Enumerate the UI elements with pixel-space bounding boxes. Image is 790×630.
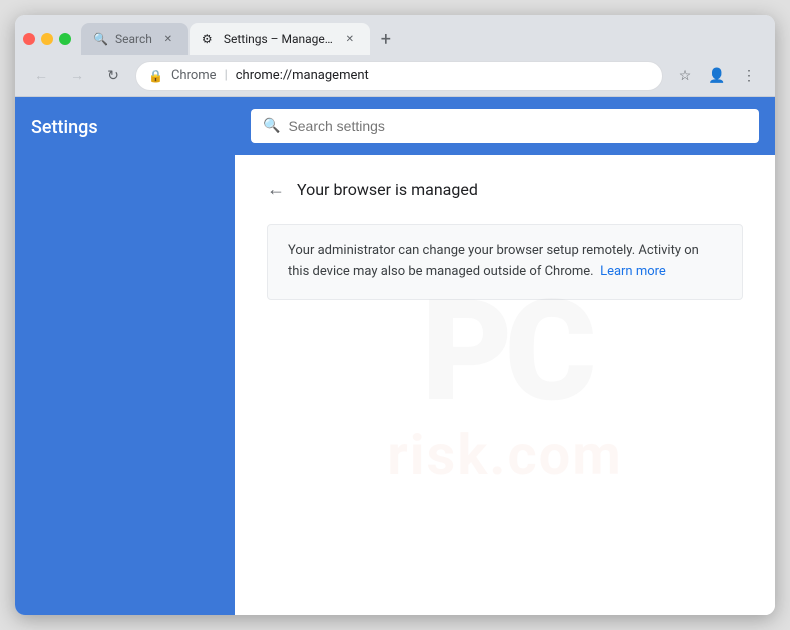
page-content: Settings 🔍 PC risk.com ← (15, 97, 775, 615)
tab-management[interactable]: ⚙ Settings – Management ✕ (190, 23, 370, 55)
minimize-button[interactable] (41, 33, 53, 45)
window-controls (23, 33, 71, 55)
forward-icon: → (70, 67, 84, 84)
tab-search-label: Search (115, 32, 152, 46)
account-button[interactable]: 👤 (703, 62, 731, 90)
bookmark-icon: ☆ (679, 68, 692, 84)
back-arrow-button[interactable]: ← (267, 179, 285, 200)
browser-window: 🔍 Search ✕ ⚙ Settings – Management ✕ + ←… (15, 15, 775, 615)
new-tab-button[interactable]: + (372, 25, 400, 53)
watermark-risk: risk.com (387, 422, 623, 488)
main-area: 🔍 PC risk.com ← Your browser is managed (235, 97, 775, 615)
address-actions: ☆ 👤 ⋮ (671, 62, 763, 90)
close-button[interactable] (23, 33, 35, 45)
title-bar: 🔍 Search ✕ ⚙ Settings – Management ✕ + (15, 15, 775, 55)
info-box: Your administrator can change your brows… (267, 224, 743, 300)
back-button[interactable]: ← (27, 62, 55, 90)
tab-management-close[interactable]: ✕ (342, 31, 358, 47)
sidebar: Settings (15, 97, 235, 615)
menu-icon: ⋮ (742, 68, 756, 84)
account-icon: 👤 (708, 68, 725, 84)
bookmark-button[interactable]: ☆ (671, 62, 699, 90)
lock-icon: 🔒 (148, 69, 163, 83)
tab-search[interactable]: 🔍 Search ✕ (81, 23, 188, 55)
tabs-container: 🔍 Search ✕ ⚙ Settings – Management ✕ + (81, 23, 767, 55)
url-separator: | (225, 68, 228, 83)
back-row: ← Your browser is managed (267, 179, 743, 200)
content-area: PC risk.com ← Your browser is managed Yo… (235, 155, 775, 615)
search-bar-area: 🔍 (235, 97, 775, 155)
tab-search-favicon: 🔍 (93, 32, 107, 46)
page-title: Your browser is managed (297, 180, 478, 199)
watermark-pc: PC (387, 282, 623, 422)
url-bar[interactable]: 🔒 Chrome | chrome://management (135, 61, 663, 91)
reload-button[interactable]: ↻ (99, 62, 127, 90)
back-icon: ← (34, 67, 48, 84)
tab-management-favicon: ⚙ (202, 32, 216, 46)
menu-button[interactable]: ⋮ (735, 62, 763, 90)
learn-more-link[interactable]: Learn more (600, 264, 666, 279)
info-text: Your administrator can change your brows… (288, 241, 722, 283)
maximize-button[interactable] (59, 33, 71, 45)
search-icon: 🔍 (263, 118, 280, 134)
search-input-wrap[interactable]: 🔍 (251, 109, 759, 143)
watermark: PC risk.com (387, 282, 623, 488)
search-input[interactable] (288, 118, 747, 134)
sidebar-title: Settings (15, 97, 235, 150)
forward-button[interactable]: → (63, 62, 91, 90)
tab-search-close[interactable]: ✕ (160, 31, 176, 47)
address-bar: ← → ↻ 🔒 Chrome | chrome://management ☆ 👤… (15, 55, 775, 97)
tab-management-label: Settings – Management (224, 32, 334, 46)
url-origin: Chrome (171, 68, 217, 83)
url-path: chrome://management (236, 68, 369, 83)
reload-icon: ↻ (107, 68, 119, 84)
